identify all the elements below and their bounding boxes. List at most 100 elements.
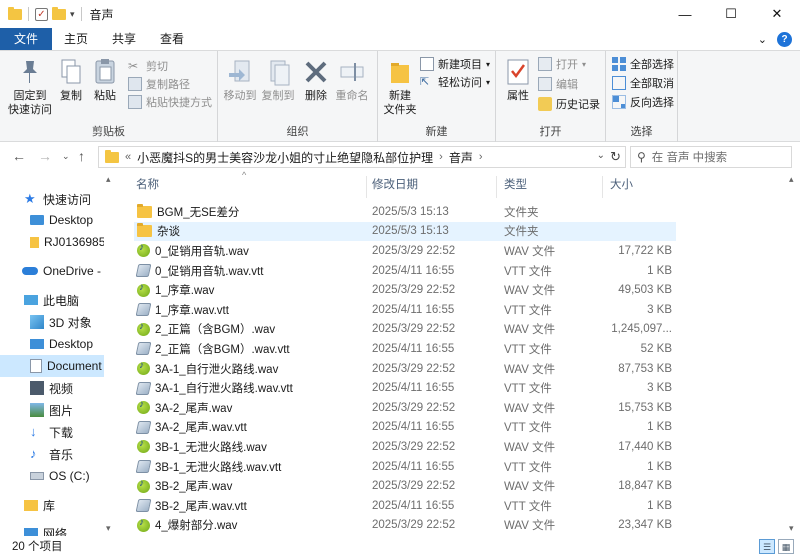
new-folder-button[interactable]: 新建 文件夹 [380,57,420,117]
paste-button[interactable]: 粘贴 [90,57,120,103]
scissors-icon: ✂ [128,59,139,73]
large-icons-view-button[interactable]: ▦ [778,539,794,554]
history-button[interactable]: 历史记录 [538,95,600,113]
tab-file[interactable]: 文件 [0,28,52,50]
file-row[interactable]: 3A-2_尾声.wav.vtt 2025/4/11 16:55 VTT 文件 1 KB [134,418,676,438]
select-none-button[interactable]: 全部取消 [612,74,674,92]
column-header-type[interactable]: 类型 [504,172,608,198]
address-bar[interactable]: « 小恶魔抖S的男士美容沙龙小姐的寸止绝望隐私部位护理 › 音声 › ⌄ ↻ [98,146,626,168]
properties-quick-icon[interactable]: ✓ [35,7,48,21]
file-row[interactable]: 3B-1_无泄火路线.wav.vtt 2025/4/11 16:55 VTT 文件 1… [134,457,676,477]
nav-desktop-pinned[interactable]: Desktop [0,209,104,231]
edit-button[interactable]: 编辑 [538,75,578,93]
file-row[interactable]: 3B-2_尾声.wav.vtt 2025/4/11 16:55 VTT 文件 1 KB [134,496,676,516]
nav-videos[interactable]: 视频 [0,377,104,399]
chevron-right-icon[interactable]: › [479,151,483,163]
maximize-button[interactable]: ☐ [708,0,754,28]
minimize-button[interactable]: — [662,0,708,28]
select-all-button[interactable]: 全部选择 [612,55,674,73]
search-input[interactable]: ⚲ 在 音声 中搜索 [630,146,792,168]
scroll-up-icon[interactable]: ▴ [789,174,794,185]
nav-network[interactable]: 网络 [0,522,104,536]
file-row[interactable]: 3A-2_尾声.wav 2025/3/29 22:52 WAV 文件 15,753 K… [134,398,676,418]
nav-music[interactable]: ♪ 音乐 [0,443,104,465]
file-row[interactable]: 1_序章.wav.vtt 2025/4/11 16:55 VTT 文件 3 KB [134,300,676,320]
pin-to-quick-access-button[interactable]: 固定到 快速访问 [6,57,54,117]
paste-shortcut-button[interactable]: 粘贴快捷方式 [128,93,212,111]
file-row[interactable]: BGM_无SE差分 2025/5/3 15:13 文件夹 [134,202,676,222]
file-row[interactable]: 0_促销用音轨.wav 2025/3/29 22:52 WAV 文件 17,722 K… [134,241,676,261]
delete-button[interactable]: 删除 [302,57,330,103]
new-item-button[interactable]: 新建项目 ▾ [420,55,490,73]
nav-documents[interactable]: Document [0,355,104,377]
nav-quick-access[interactable]: ★ 快速访问 [0,188,104,210]
file-row[interactable]: 杂谈 2025/5/3 15:13 文件夹 [134,221,676,242]
address-dropdown-icon[interactable]: ⌄ [597,150,605,161]
nav-desktop[interactable]: Desktop [0,333,104,355]
scroll-down-icon[interactable]: ▾ [106,523,111,534]
scroll-up-icon[interactable]: ▴ [106,174,111,185]
customize-quick-access-icon[interactable]: ▾ [70,9,75,20]
column-header-size[interactable]: 大小 [610,172,670,198]
file-date: 2025/4/11 16:55 [372,303,455,316]
file-row[interactable]: 3B-1_无泄火路线.wav 2025/3/29 22:52 WAV 文件 17,44… [134,437,676,457]
nav-os-drive[interactable]: OS (C:) [0,465,104,487]
open-button[interactable]: 打开 ▾ [538,55,586,73]
close-button[interactable]: ✕ [754,0,800,28]
nav-onedrive[interactable]: OneDrive - [0,260,104,282]
file-row[interactable]: 2_正篇（含BGM）.wav.vtt 2025/4/11 16:55 VTT 文件 5… [134,339,676,359]
file-row[interactable]: 3B-2_尾声.wav 2025/3/29 22:52 WAV 文件 18,847 K… [134,476,676,496]
help-icon[interactable]: ? [777,31,792,47]
copy-to-button[interactable]: 复制到 [260,57,296,103]
forward-button[interactable]: → [38,148,52,164]
column-divider[interactable] [602,176,603,198]
nav-3d-objects[interactable]: 3D 对象 [0,311,104,333]
back-button[interactable]: ← [12,148,26,164]
column-divider[interactable] [496,176,497,198]
new-folder-quick-icon[interactable] [52,6,66,20]
breadcrumb-current[interactable]: 音声 [449,149,473,166]
details-view-button[interactable]: ☰ [759,539,775,554]
copy-button[interactable]: 复制 [56,57,86,103]
folder-icon [137,203,152,218]
computer-icon [24,295,38,305]
path-overflow[interactable]: « [125,151,131,163]
refresh-icon[interactable]: ↻ [610,149,621,165]
file-list-scrollbar[interactable]: ▴ ▾ [786,172,800,536]
expand-ribbon-icon[interactable]: ⌄ [758,33,767,46]
file-row[interactable]: 3A-1_自行泄火路线.wav.vtt 2025/4/11 16:55 VTT 文件… [134,378,676,398]
column-header-date[interactable]: 修改日期 [372,172,496,198]
file-date: 2025/3/29 22:52 [372,480,456,493]
file-type: WAV 文件 [504,481,556,494]
column-divider[interactable] [366,176,367,198]
tab-view[interactable]: 查看 [148,28,196,50]
column-header-name[interactable]: 名称 [136,172,366,198]
move-to-button[interactable]: 移动到 [222,57,258,103]
breadcrumb-parent[interactable]: 小恶魔抖S的男士美容沙龙小姐的寸止绝望隐私部位护理 [137,149,433,166]
file-row[interactable]: 1_序章.wav 2025/3/29 22:52 WAV 文件 49,503 KB [134,280,676,300]
up-button[interactable]: ↑ [78,148,85,164]
nav-rj-folder[interactable]: RJ0136985 [0,231,104,253]
file-name: 3B-1_无泄火路线.wav.vtt [155,461,282,474]
recent-locations-icon[interactable]: ⌄ [62,151,70,162]
nav-pictures[interactable]: 图片 [0,399,104,421]
cut-button[interactable]: ✂ 剪切 [128,57,168,75]
nav-scrollbar[interactable]: ▴ ▾ [104,172,118,536]
file-row[interactable]: 3A-1_自行泄火路线.wav 2025/3/29 22:52 WAV 文件 87,7… [134,359,676,379]
scroll-down-icon[interactable]: ▾ [789,523,794,534]
nav-libraries[interactable]: 库 [0,494,104,516]
file-row[interactable]: 0_促销用音轨.wav.vtt 2025/4/11 16:55 VTT 文件 1 KB [134,261,676,281]
nav-this-pc[interactable]: 此电脑 [0,289,104,311]
properties-button[interactable]: 属性 [500,57,536,103]
file-row[interactable]: 4_爆射部分.wav 2025/3/29 22:52 WAV 文件 23,347 KB [134,516,676,536]
tab-home[interactable]: 主页 [52,28,100,50]
file-name: 3A-1_自行泄火路线.wav [155,363,279,376]
copy-path-button[interactable]: 复制路径 [128,75,190,93]
nav-downloads[interactable]: ↓ 下载 [0,421,104,443]
invert-selection-button[interactable]: 反向选择 [612,93,674,111]
rename-button[interactable]: 重命名 [334,57,370,103]
chevron-right-icon[interactable]: › [439,151,443,163]
file-row[interactable]: 2_正篇（含BGM）.wav 2025/3/29 22:52 WAV 文件 1,245… [134,320,676,340]
easy-access-button[interactable]: ⇱ 轻松访问 ▾ [420,73,490,91]
tab-share[interactable]: 共享 [100,28,148,50]
